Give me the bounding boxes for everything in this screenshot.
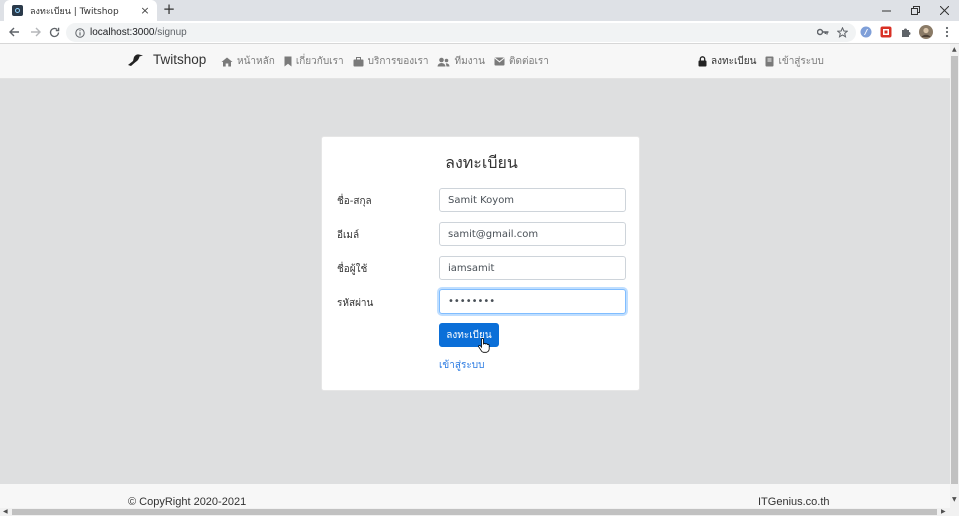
reload-icon[interactable] xyxy=(46,24,62,40)
bookmark-icon xyxy=(284,56,292,67)
close-window-button[interactable] xyxy=(930,0,959,21)
restore-button[interactable] xyxy=(901,0,930,21)
page-footer: © CopyRight 2020-2021 ITGenius.co.th xyxy=(0,484,950,508)
scroll-right-arrow-icon[interactable]: ▶ xyxy=(941,508,946,516)
password-field[interactable] xyxy=(439,289,626,314)
browser-tabstrip: ลงทะเบียน | Twitshop × + xyxy=(0,0,959,21)
nav-link-label: เข้าสู่ระบบ xyxy=(778,56,824,67)
react-favicon-icon xyxy=(12,5,23,16)
envelope-icon xyxy=(494,57,505,66)
browser-tab[interactable]: ลงทะเบียน | Twitshop × xyxy=(4,0,157,21)
signup-title: ลงทะเบียน xyxy=(445,153,518,172)
extension-blue-icon[interactable] xyxy=(858,24,874,40)
scroll-left-arrow-icon[interactable]: ◀ xyxy=(3,508,8,516)
users-icon xyxy=(437,57,451,66)
profile-avatar-icon[interactable] xyxy=(918,24,934,40)
nav-link-about[interactable]: เกี่ยวกับเรา xyxy=(284,54,344,69)
password-label: รหัสผ่าน xyxy=(337,298,374,309)
brand-link[interactable]: Twitshop xyxy=(127,52,206,67)
nav-link-services[interactable]: บริการของเรา xyxy=(353,54,429,69)
footer-site-name: ITGenius.co.th xyxy=(758,496,830,508)
minimize-button[interactable] xyxy=(872,0,901,21)
fullname-field[interactable] xyxy=(439,188,626,212)
extension-red-icon[interactable] xyxy=(878,24,894,40)
scroll-down-arrow-icon[interactable]: ▼ xyxy=(952,496,957,504)
key-icon[interactable] xyxy=(815,24,831,40)
nav-link-login[interactable]: เข้าสู่ระบบ xyxy=(765,54,824,69)
crow-logo-icon xyxy=(128,53,143,66)
top-navbar: Twitshop หน้าหลัก เกี่ยวกับเรา บริการของ… xyxy=(0,44,950,79)
menu-kebab-icon[interactable] xyxy=(939,24,955,40)
browser-toolbar: localhost:3000/signup xyxy=(0,21,959,44)
nav-link-label: เกี่ยวกับเรา xyxy=(295,56,344,67)
home-icon xyxy=(221,57,233,66)
auth-nav: ลงทะเบียน เข้าสู่ระบบ xyxy=(698,44,833,79)
back-arrow-icon[interactable] xyxy=(6,24,22,40)
main-nav: หน้าหลัก เกี่ยวกับเรา บริการของเรา ทีมงา… xyxy=(221,44,558,79)
nav-link-label: ทีมงาน xyxy=(454,56,486,67)
signup-submit-button[interactable]: ลงทะเบียน xyxy=(439,323,499,347)
star-icon[interactable] xyxy=(834,24,850,40)
url-path: /signup xyxy=(154,27,187,38)
nav-link-label: ลงทะเบียน xyxy=(711,56,757,67)
nav-link-team[interactable]: ทีมงาน xyxy=(437,54,485,69)
url-host: localhost:3000 xyxy=(90,27,155,38)
url-text: localhost:3000/signup xyxy=(90,27,187,38)
copyright-text: © CopyRight 2020-2021 xyxy=(128,496,247,508)
fullname-label: ชื่อ-สกุล xyxy=(337,196,372,207)
book-icon xyxy=(765,56,774,67)
login-link[interactable]: เข้าสู่ระบบ xyxy=(439,358,484,373)
brand-name: Twitshop xyxy=(153,52,207,67)
horizontal-scrollbar[interactable]: ◀ ▶ xyxy=(0,508,959,516)
vertical-scroll-thumb[interactable] xyxy=(951,56,958,484)
lock-icon xyxy=(698,56,707,67)
nav-link-contact[interactable]: ติดต่อเรา xyxy=(494,54,549,69)
nav-link-label: หน้าหลัก xyxy=(237,56,275,67)
email-field[interactable] xyxy=(439,222,626,246)
tab-close-button[interactable]: × xyxy=(139,5,151,16)
puzzle-extensions-icon[interactable] xyxy=(898,24,914,40)
email-label: อีเมล์ xyxy=(337,230,360,241)
nav-link-home[interactable]: หน้าหลัก xyxy=(221,54,275,69)
username-label: ชื่อผู้ใช้ xyxy=(337,264,368,275)
nav-link-label: ติดต่อเรา xyxy=(509,56,549,67)
hand-cursor-icon xyxy=(478,338,490,353)
forward-arrow-icon[interactable] xyxy=(27,24,43,40)
horizontal-scroll-thumb[interactable] xyxy=(12,509,937,515)
info-icon xyxy=(75,27,85,38)
vertical-scrollbar[interactable]: ▲ ▼ xyxy=(950,44,959,508)
tab-title: ลงทะเบียน | Twitshop xyxy=(30,6,119,17)
page-viewport: Twitshop หน้าหลัก เกี่ยวกับเรา บริการของ… xyxy=(0,44,950,508)
username-field[interactable] xyxy=(439,256,626,280)
briefcase-icon xyxy=(353,56,364,66)
nav-link-signup[interactable]: ลงทะเบียน xyxy=(698,54,756,69)
address-bar[interactable]: localhost:3000/signup xyxy=(66,23,856,42)
scroll-up-arrow-icon[interactable]: ▲ xyxy=(952,46,957,54)
nav-link-label: บริการของเรา xyxy=(367,56,429,67)
new-tab-button[interactable]: + xyxy=(161,2,177,18)
